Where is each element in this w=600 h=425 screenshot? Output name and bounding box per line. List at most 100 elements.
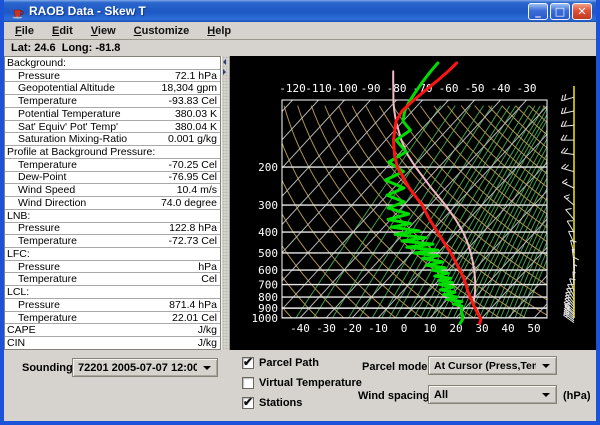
table-row: Geopotential Altitude18,304 gpm (5, 82, 220, 95)
chevron-down-icon (203, 366, 211, 374)
controls-bar: Soundings: 72201 2005-07-07 12:00:00Z ✔P… (4, 350, 596, 421)
axis-tick-label: -120 (279, 82, 306, 95)
axis-tick-label: 700 (258, 279, 278, 292)
table-row: Sat' Equiv' Pot' Temp'380.04 K (5, 121, 220, 134)
table-row: LNB: (5, 210, 220, 223)
check-icon: ✔ (243, 395, 253, 409)
wind-spacing-label: Wind spacing: (358, 390, 433, 402)
skewt-chart[interactable]: -120-110-100-90-80-70-60-50-40-30-40-30-… (230, 56, 596, 350)
axis-tick-label: 10 (423, 322, 436, 335)
table-row: Wind Direction74.0 degree (5, 197, 220, 210)
checkbox-label: Parcel Path (259, 357, 319, 369)
table-row: Profile at Background Pressure: (5, 146, 220, 159)
row-value: J/kg (198, 324, 220, 336)
row-label: LNB: (5, 210, 217, 222)
close-button[interactable]: ✕ (572, 3, 592, 20)
row-label: Temperature (5, 95, 169, 107)
row-value: -76.95 Cel (169, 172, 220, 184)
row-value: -72.73 Cel (169, 235, 220, 247)
axis-tick-label: 0 (401, 322, 408, 335)
table-row: Temperature-70.25 Cel (5, 159, 220, 172)
table-row: LFC: (5, 248, 220, 261)
menu-customize[interactable]: Customize (125, 24, 199, 38)
row-value: 18,304 gpm (162, 82, 220, 94)
checkbox-stations[interactable]: ✔ Stations (242, 397, 302, 409)
row-value: hPa (198, 261, 220, 273)
minimize-button[interactable]: _ (528, 3, 548, 20)
parcel-mode-value: At Cursor (Press,Temp) (434, 360, 536, 372)
row-label: Temperature (5, 312, 172, 324)
table-row: Temperature-72.73 Cel (5, 235, 220, 248)
table-row: Pressure871.4 hPa (5, 299, 220, 312)
latlong-bar: Lat: 24.6 Long: -81.8 (4, 40, 596, 56)
menu-edit[interactable]: Edit (43, 24, 82, 38)
split-pane-divider[interactable] (221, 56, 230, 350)
table-row: CINJ/kg (5, 337, 220, 349)
axis-tick-label: -20 (342, 322, 362, 335)
axis-tick-label: -60 (439, 82, 459, 95)
menu-view[interactable]: View (82, 24, 125, 38)
row-value: 74.0 degree (161, 197, 220, 209)
java-coffee-icon (10, 4, 25, 19)
axis-tick-label: 400 (258, 226, 278, 239)
row-value: 871.4 hPa (169, 299, 220, 311)
chevron-down-icon (542, 364, 550, 372)
axis-tick-label: 200 (258, 161, 278, 174)
soundings-dropdown[interactable]: 72201 2005-07-07 12:00:00Z (72, 358, 218, 377)
maximize-button[interactable]: □ (550, 3, 570, 20)
row-label: Potential Temperature (5, 108, 175, 120)
checkbox-virtual-temperature[interactable]: Virtual Temperature (242, 377, 362, 389)
row-label: Dew-Point (5, 172, 169, 184)
row-value: -70.25 Cel (169, 159, 220, 171)
axis-tick-label: 50 (527, 322, 540, 335)
table-row: Pressure72.1 hPa (5, 70, 220, 83)
row-label: Sat' Equiv' Pot' Temp' (5, 121, 175, 133)
checkbox-label: Stations (259, 397, 302, 409)
row-value: 380.04 K (175, 121, 220, 133)
axis-tick-label: -30 (517, 82, 537, 95)
wind-spacing-dropdown[interactable]: All (428, 385, 557, 404)
row-value: 22.01 Cel (172, 312, 220, 324)
table-row: Pressure122.8 hPa (5, 223, 220, 236)
axis-tick-label: -40 (491, 82, 511, 95)
axis-tick-label: -90 (361, 82, 381, 95)
axis-tick-label: 1000 (252, 312, 279, 325)
axis-tick-label: -110 (305, 82, 332, 95)
axis-tick-label: 30 (475, 322, 488, 335)
check-icon: ✔ (243, 355, 253, 369)
row-label: Pressure (5, 299, 169, 311)
axis-tick-label: -100 (331, 82, 358, 95)
row-label: Geopotential Altitude (5, 82, 162, 94)
menu-help[interactable]: Help (198, 24, 240, 38)
row-value: Cel (201, 273, 220, 285)
table-row: Potential Temperature380.03 K (5, 108, 220, 121)
axis-tick-label: 500 (258, 247, 278, 260)
row-label: Wind Speed (5, 184, 177, 196)
checkbox-box[interactable]: ✔ (242, 397, 254, 409)
title-bar[interactable]: RAOB Data - Skew T _□✕ (4, 0, 596, 22)
row-value: -93.83 Cel (169, 95, 220, 107)
checkbox-box[interactable] (242, 377, 254, 389)
app-window: RAOB Data - Skew T _□✕ FileEditViewCusto… (0, 0, 600, 425)
row-value: 380.03 K (175, 108, 220, 120)
row-label: Saturation Mixing-Ratio (5, 133, 168, 145)
row-label: Pressure (5, 261, 198, 273)
axis-tick-label: -10 (368, 322, 388, 335)
soundings-value: 72201 2005-07-07 12:00:00Z (78, 362, 197, 374)
checkbox-parcel-path[interactable]: ✔ Parcel Path (242, 357, 319, 369)
parcel-mode-dropdown[interactable]: At Cursor (Press,Temp) (428, 356, 557, 375)
row-value: 10.4 m/s (177, 184, 220, 196)
splitter-collapse-right-icon[interactable] (223, 69, 226, 75)
window-title: RAOB Data - Skew T (29, 4, 528, 18)
axis-tick-label: -80 (387, 82, 407, 95)
table-row: Temperature-93.83 Cel (5, 95, 220, 108)
row-label: LCL: (5, 286, 217, 298)
menu-file[interactable]: File (6, 24, 43, 38)
main-area: Background:Pressure72.1 hPaGeopotential … (4, 56, 596, 350)
splitter-collapse-left-icon[interactable] (223, 59, 226, 65)
wind-spacing-unit-label: (hPa) (563, 390, 591, 402)
row-value: 122.8 hPa (169, 223, 220, 235)
table-row: CAPEJ/kg (5, 324, 220, 337)
row-label: Temperature (5, 273, 201, 285)
checkbox-box[interactable]: ✔ (242, 357, 254, 369)
